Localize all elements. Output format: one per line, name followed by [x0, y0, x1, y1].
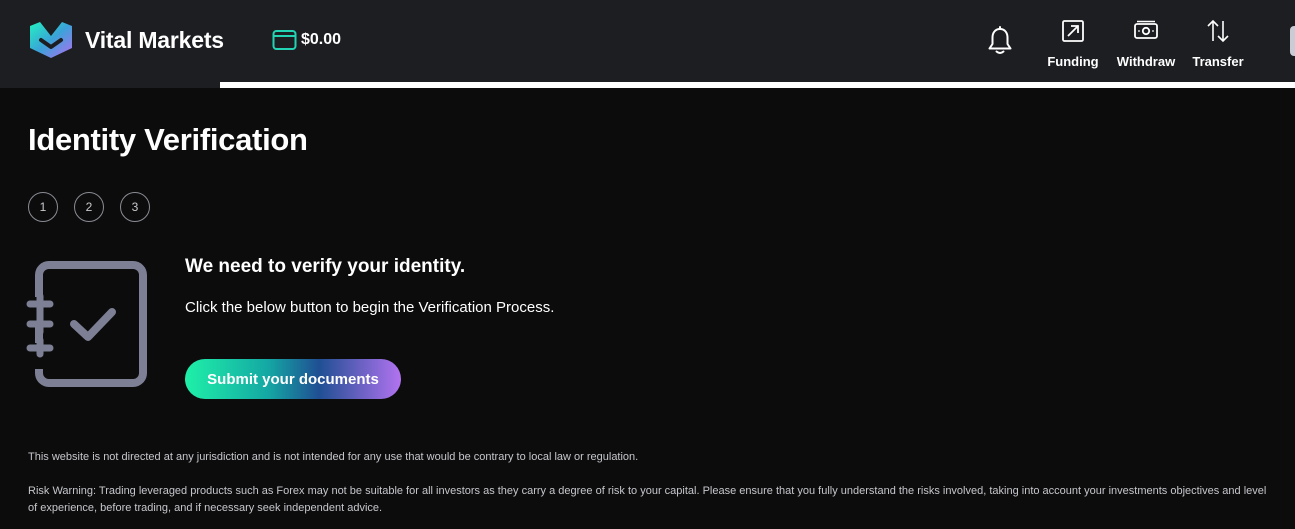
step-2[interactable]: 2 [74, 192, 104, 222]
verification-heading: We need to verify your identity. [185, 256, 466, 277]
verification-stepper: 1 2 3 [28, 192, 150, 222]
submit-documents-button[interactable]: Submit your documents [185, 359, 401, 399]
transfer-label: Transfer [1192, 54, 1244, 69]
brand[interactable]: Vital Markets [28, 20, 224, 60]
withdraw-label: Withdraw [1116, 54, 1176, 69]
page-load-progress-bar [0, 82, 1295, 88]
page-title: Identity Verification [28, 122, 308, 157]
funding-label: Funding [1047, 54, 1099, 69]
jurisdiction-disclaimer: This website is not directed at any juri… [28, 451, 639, 463]
wallet-icon [272, 30, 297, 50]
verification-description: Click the below button to begin the Veri… [185, 299, 555, 316]
risk-warning: Risk Warning: Trading leveraged products… [28, 485, 1267, 514]
withdraw-button[interactable]: Withdraw [1106, 18, 1186, 69]
step-1[interactable]: 1 [28, 192, 58, 222]
checklist-document-icon [26, 261, 147, 387]
step-3[interactable]: 3 [120, 192, 150, 222]
wallet-balance[interactable]: $0.00 [272, 29, 341, 51]
transfer-button[interactable]: Transfer [1178, 18, 1258, 69]
top-navigation-bar: Vital Markets $0.00 Funding Withdraw Tra… [0, 0, 1295, 82]
cash-icon [1134, 20, 1158, 39]
vital-markets-logo-icon [30, 22, 72, 58]
bell-icon[interactable] [986, 26, 1014, 56]
brand-name: Vital Markets [85, 26, 224, 53]
page-load-progress-fill [0, 82, 221, 88]
wallet-amount: $0.00 [301, 31, 342, 48]
transfer-arrows-icon [1207, 19, 1229, 43]
arrow-up-right-box-icon [1062, 20, 1084, 42]
profile-menu-toggle[interactable] [1290, 26, 1295, 56]
funding-button[interactable]: Funding [1033, 18, 1113, 69]
